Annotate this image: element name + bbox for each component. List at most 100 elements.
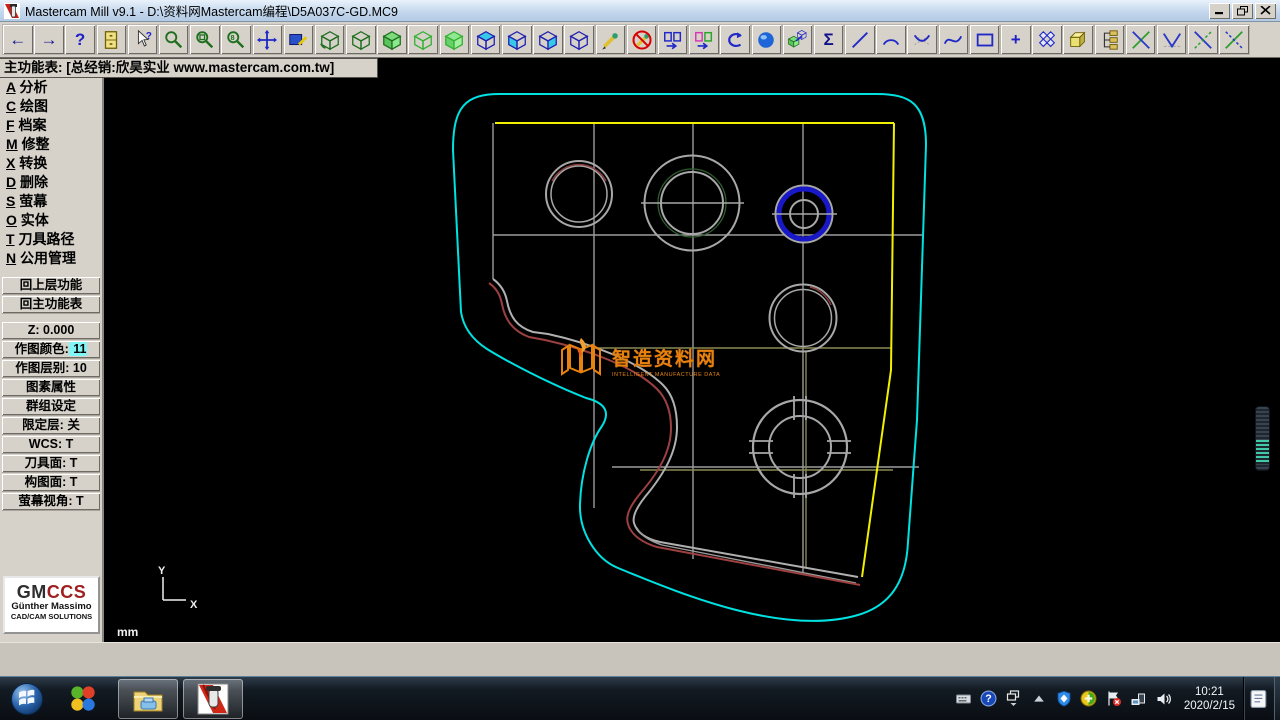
colorful-app-icon[interactable]: [64, 679, 102, 719]
shading-sphere-button[interactable]: [752, 25, 782, 54]
fillet-button[interactable]: [907, 25, 937, 54]
main-menu-button[interactable]: 回主功能表: [2, 296, 100, 313]
pan-button[interactable]: [253, 25, 283, 54]
back-level-button[interactable]: 回上层功能: [2, 277, 100, 294]
menu-item-d[interactable]: D 删除: [0, 173, 102, 192]
gview-blue-wire-button[interactable]: [564, 25, 594, 54]
gview-green-1-button[interactable]: [346, 25, 376, 54]
menu-item-s[interactable]: S 萤幕: [0, 192, 102, 211]
explorer-button[interactable]: [118, 679, 178, 719]
wcs-button[interactable]: WCS: T: [2, 436, 100, 453]
boss-circle-e[interactable]: [749, 396, 851, 498]
gview-green-1-icon: [350, 29, 372, 51]
surface-icon: [1036, 29, 1058, 51]
trim-2-button[interactable]: [1157, 25, 1187, 54]
gview-green-2-icon: [381, 29, 403, 51]
divide-button[interactable]: [1219, 25, 1249, 54]
repaint-button[interactable]: [284, 25, 314, 54]
tool-plane-button[interactable]: 刀具面: T: [2, 455, 100, 472]
gview-blue-top-button[interactable]: [471, 25, 501, 54]
security-shield-icon[interactable]: [1055, 690, 1073, 708]
arc-button[interactable]: [876, 25, 906, 54]
taskbar-clock[interactable]: 10:21 2020/2/15: [1184, 685, 1235, 713]
menu-item-m[interactable]: M 修整: [0, 135, 102, 154]
help-button[interactable]: ?: [65, 25, 95, 54]
z-depth-button[interactable]: Z: 0.000: [2, 322, 100, 339]
rotate-view-button[interactable]: [315, 25, 345, 54]
screen-view-button[interactable]: 萤幕视角: T: [2, 493, 100, 510]
menu-item-n[interactable]: N 公用管理: [0, 249, 102, 268]
zoom-target-button[interactable]: [190, 25, 220, 54]
restore-window-icon[interactable]: [1005, 690, 1023, 708]
start-button[interactable]: [8, 679, 46, 719]
mastercam-taskbar-button[interactable]: [183, 679, 243, 719]
windows-taskbar: ? 10:21 2020/2/15: [0, 676, 1280, 720]
menu-item-c[interactable]: C 绘图: [0, 97, 102, 116]
calculator-sigma-button[interactable]: Σ: [814, 25, 844, 54]
attributes-button[interactable]: 图素属性: [2, 379, 100, 396]
menu-item-f[interactable]: F 档案: [0, 116, 102, 135]
move-window-button[interactable]: [689, 25, 719, 54]
gview-blue-left-icon: [506, 29, 528, 51]
gview-blue-front-button[interactable]: [533, 25, 563, 54]
menu-item-a[interactable]: A 分析: [0, 78, 102, 97]
rectangle-button[interactable]: [970, 25, 1000, 54]
watermark: 智造资料网 INTELLIGENT MANUFACTURE DATA: [558, 336, 733, 384]
part-contour-edge2[interactable]: [637, 528, 856, 583]
journal-icon[interactable]: [1250, 689, 1268, 709]
help-tray-icon[interactable]: ?: [980, 690, 998, 708]
gview-green-2-button[interactable]: [377, 25, 407, 54]
volume-icon[interactable]: [1155, 690, 1173, 708]
gview-blue-left-button[interactable]: [502, 25, 532, 54]
trim-3-icon: [1192, 29, 1214, 51]
network-icon[interactable]: [1130, 690, 1148, 708]
draw-color-button[interactable]: 作图颜色: 11: [2, 341, 100, 358]
undo-button[interactable]: [720, 25, 750, 54]
trim-1-button[interactable]: [1126, 25, 1156, 54]
show-desktop-button[interactable]: [1274, 677, 1280, 720]
back-button[interactable]: ←: [3, 25, 33, 54]
levels-button[interactable]: [1095, 25, 1125, 54]
analyze-cursor-button[interactable]: ?: [128, 25, 158, 54]
menu-item-x[interactable]: X 转换: [0, 154, 102, 173]
sketch-pencil-button[interactable]: [596, 25, 626, 54]
delete-icon: [631, 29, 653, 51]
copy-entity-button[interactable]: [783, 25, 813, 54]
delete-button[interactable]: [627, 25, 657, 54]
title-bar: Mastercam Mill v9.1 - D:\资料网Mastercam编程\…: [0, 0, 1280, 22]
surface-button[interactable]: [1032, 25, 1062, 54]
selected-circle[interactable]: [772, 186, 837, 243]
limit-level-button[interactable]: 限定层: 关: [2, 417, 100, 434]
minimize-button[interactable]: [1209, 3, 1230, 19]
construction-plane-button[interactable]: 构图面: T: [2, 474, 100, 491]
action-center-flag-icon[interactable]: [1105, 690, 1123, 708]
zoom-window-button[interactable]: [159, 25, 189, 54]
close-button[interactable]: [1255, 3, 1276, 19]
side-handle-widget[interactable]: [1256, 407, 1269, 470]
menu-item-t[interactable]: T 刀具路径: [0, 230, 102, 249]
keyboard-icon[interactable]: [955, 690, 973, 708]
file-cabinet-button[interactable]: [97, 25, 127, 54]
show-hidden-icons[interactable]: [1030, 690, 1048, 708]
trim-3-button[interactable]: [1188, 25, 1218, 54]
menu-item-o[interactable]: O 实体: [0, 211, 102, 230]
draw-level-button[interactable]: 作图层别: 10: [2, 360, 100, 377]
group-settings-button[interactable]: 群组设定: [2, 398, 100, 415]
zoom-out-08-button[interactable]: 8: [221, 25, 251, 54]
solid-box-button[interactable]: [1063, 25, 1093, 54]
line-button[interactable]: [845, 25, 875, 54]
hole-circle-a[interactable]: [546, 161, 612, 227]
offset-contour[interactable]: [489, 283, 860, 585]
antivirus-icon[interactable]: [1080, 690, 1098, 708]
rectangle-icon: [974, 29, 996, 51]
spline-button[interactable]: [939, 25, 969, 54]
copy-window-button[interactable]: [658, 25, 688, 54]
graphics-canvas[interactable]: Y X mm 智造资料网 INTELLIGENT MANUFACTURE DAT…: [104, 78, 1280, 642]
window-controls: [1209, 3, 1276, 19]
gview-green-3-button[interactable]: [408, 25, 438, 54]
line-icon: [849, 29, 871, 51]
point-button[interactable]: +: [1001, 25, 1031, 54]
restore-button[interactable]: [1232, 3, 1253, 19]
gview-green-4-button[interactable]: [440, 25, 470, 54]
forward-button[interactable]: →: [34, 25, 64, 54]
